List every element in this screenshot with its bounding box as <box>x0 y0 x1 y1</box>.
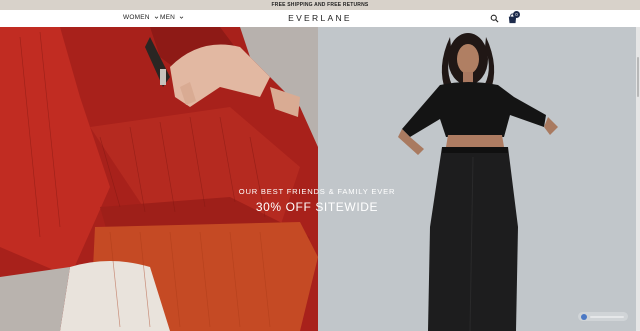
hero-eyebrow: OUR BEST FRIENDS & FAMILY EVER <box>238 187 396 196</box>
hero-text-block: OUR BEST FRIENDS & FAMILY EVER 30% OFF S… <box>200 187 434 214</box>
chevron-down-icon <box>154 16 158 19</box>
nav-men[interactable]: MEN <box>160 14 184 21</box>
chevron-down-icon <box>179 16 184 19</box>
promo-bar: FREE SHIPPING AND FREE RETURNS <box>0 0 640 10</box>
logo-container: EVERLANE <box>0 13 640 23</box>
chat-widget[interactable] <box>578 312 628 321</box>
hero-image-right <box>318 27 640 331</box>
hero-banner[interactable]: OUR BEST FRIENDS & FAMILY EVER 30% OFF S… <box>0 27 640 331</box>
red-sweater-illustration <box>0 27 318 331</box>
site-header: WOMEN MEN EVERLANE 0 <box>0 10 640 27</box>
chat-widget-bar <box>590 315 624 318</box>
page-scrollbar[interactable] <box>636 27 640 331</box>
nav-women[interactable]: WOMEN <box>123 14 159 21</box>
nav-women-label: WOMEN <box>123 14 150 21</box>
hero-image-left <box>0 27 318 331</box>
chat-icon <box>581 313 587 320</box>
promo-text: FREE SHIPPING AND FREE RETURNS <box>271 2 369 8</box>
model-black-outfit-illustration <box>318 27 640 331</box>
hero-headline[interactable]: 30% OFF SITEWIDE <box>200 200 434 214</box>
page: FREE SHIPPING AND FREE RETURNS WOMEN MEN… <box>0 0 640 331</box>
cart-count-badge: 0 <box>513 11 520 18</box>
site-logo[interactable]: EVERLANE <box>288 13 352 23</box>
nav-men-label: MEN <box>160 14 176 21</box>
scrollbar-thumb[interactable] <box>637 57 639 97</box>
search-icon[interactable] <box>490 14 499 23</box>
